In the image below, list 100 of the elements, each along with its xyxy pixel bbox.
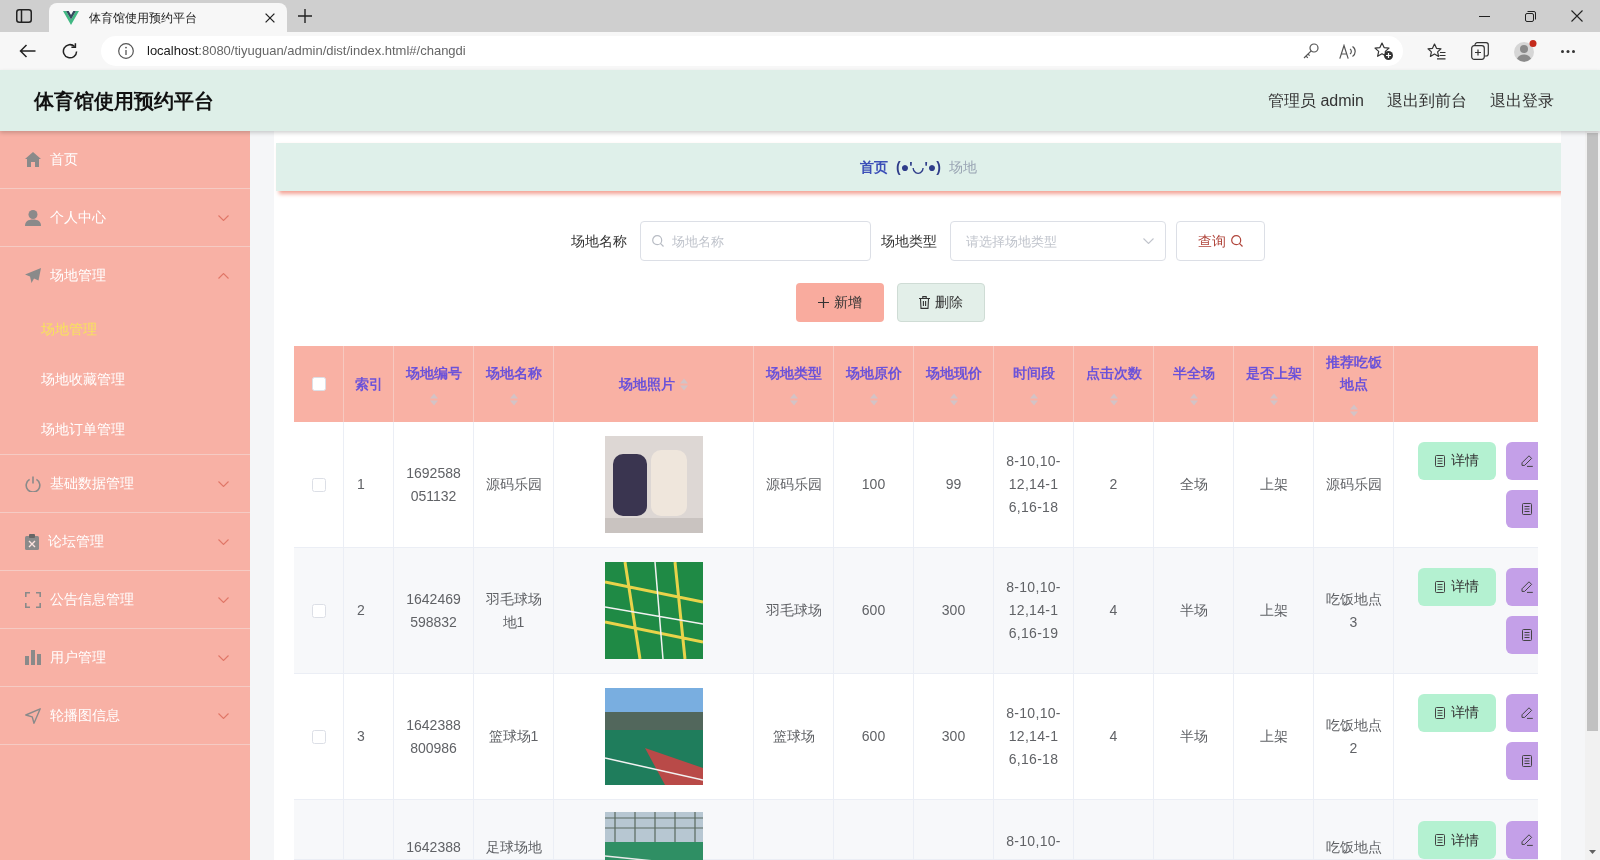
field-label: 场地类型	[880, 231, 937, 251]
header-link[interactable]: 管理员 admin	[1267, 88, 1364, 113]
avatar-icon[interactable]	[1513, 40, 1537, 62]
column-header: 场地编号	[405, 364, 462, 383]
column-header: 场地类型	[765, 364, 822, 383]
query-button[interactable]: 查询	[1175, 221, 1265, 261]
star-plus-icon[interactable]	[1374, 42, 1393, 60]
header-link[interactable]: 退出到前台	[1387, 88, 1467, 113]
address-field[interactable]: localhost:8080/tiyuguan/admin/dist/index.html#/changdi	[101, 36, 1403, 66]
column-header: 时间段	[1012, 364, 1055, 383]
checkbox[interactable]	[311, 603, 326, 618]
table-cell-text: 羽毛球场	[765, 601, 822, 620]
table-cell-text: 上架	[1258, 475, 1289, 494]
edit-button[interactable]	[1506, 441, 1538, 480]
document-icon	[1435, 834, 1445, 846]
table-cell-text: 8-10,10-12,14-16,16-19	[1005, 578, 1062, 643]
document-icon	[1522, 502, 1532, 515]
document-button[interactable]	[1506, 489, 1538, 528]
table-cell-text: 99	[944, 475, 963, 494]
document-icon	[1435, 706, 1445, 719]
table-cell-text: 源码乐园	[765, 475, 822, 494]
browser-tab[interactable]: 体育馆使用预约平台	[49, 3, 287, 32]
detail-button[interactable]: 详情	[1418, 693, 1496, 732]
checkbox[interactable]	[311, 377, 326, 391]
table-cell-text: 1	[357, 475, 365, 494]
app-title: 体育馆使用预约平台	[34, 88, 214, 114]
detail-button[interactable]: 详情	[1418, 567, 1496, 606]
table-cell-text: 篮球场1	[487, 727, 540, 746]
field-label: 场地名称	[570, 231, 627, 251]
scrollbar-thumb[interactable]	[1587, 133, 1598, 731]
table-cell-text: 2	[1108, 475, 1119, 494]
delete-button[interactable]: 删除	[897, 283, 985, 322]
table-cell-text: 半场	[1178, 601, 1209, 620]
checkbox[interactable]	[311, 729, 326, 744]
edit-button[interactable]	[1506, 693, 1538, 732]
refresh-icon[interactable]	[62, 43, 78, 59]
table-cell-text: 源码乐园	[1325, 475, 1382, 494]
breadcrumb-link[interactable]: 首页	[860, 156, 889, 178]
edit-button[interactable]	[1506, 821, 1538, 859]
sidebar-toggle-icon[interactable]	[16, 9, 32, 23]
table-cell-text: 4	[1108, 601, 1119, 620]
header-link[interactable]: 退出登录	[1490, 88, 1554, 113]
column-header: 场地名称	[485, 364, 542, 383]
table-cell-text: 1642388800986	[405, 715, 462, 758]
detail-button[interactable]: 详情	[1418, 821, 1496, 859]
column-header: 点击次数	[1085, 364, 1142, 383]
select-field[interactable]: 请选择场地类型	[949, 221, 1166, 261]
table-cell-text: 2	[357, 601, 365, 620]
table-cell-text: 半场	[1178, 727, 1209, 746]
table-cell-text: 600	[860, 601, 887, 620]
power-icon	[25, 475, 41, 492]
add-button[interactable]: 新增	[796, 283, 884, 322]
scroll-down-arrow-icon[interactable]	[1589, 850, 1596, 854]
search-icon	[1230, 235, 1243, 247]
column-header: 场地照片	[619, 375, 675, 394]
document-icon	[1522, 628, 1532, 641]
document-button[interactable]	[1506, 615, 1538, 654]
pencil-icon	[1521, 706, 1533, 719]
more-icon[interactable]	[1561, 49, 1575, 53]
checkbox[interactable]	[311, 477, 326, 492]
restore-icon[interactable]	[1525, 10, 1536, 22]
collections-icon[interactable]	[1471, 42, 1489, 60]
table-cell: 1642388	[405, 838, 462, 856]
close-icon[interactable]	[1571, 10, 1583, 22]
search-field[interactable]: 场地名称	[639, 221, 871, 261]
table-cell-text: 100	[860, 475, 887, 494]
close-icon[interactable]	[265, 12, 275, 23]
favorites-icon[interactable]	[1427, 42, 1446, 60]
table-cell-text: 1692588051132	[405, 463, 462, 506]
table-cell: 吃饭地点	[1325, 838, 1382, 856]
clipboard-icon	[25, 533, 39, 550]
table-cell-text: 300	[940, 601, 967, 620]
bar-chart-icon	[25, 650, 41, 665]
table-cell: 8-10,10-	[1005, 832, 1062, 850]
table-cell-text: 8-10,10-12,14-16,16-18	[1005, 452, 1062, 517]
navigation-arrow-icon	[25, 707, 41, 724]
breadcrumb-separator: (●'◡'●)	[896, 157, 941, 177]
document-button[interactable]	[1506, 741, 1538, 780]
read-aloud-icon[interactable]	[1339, 43, 1356, 59]
document-icon	[1522, 754, 1532, 767]
back-arrow-icon[interactable]	[19, 44, 36, 58]
trash-icon	[919, 296, 930, 309]
table-cell-text: 3	[357, 727, 365, 746]
table-cell-text: 300	[940, 727, 967, 746]
key-icon[interactable]	[1303, 43, 1319, 59]
search-icon	[651, 235, 664, 247]
column-header: 索引	[355, 375, 383, 394]
chevron-down-icon	[1142, 238, 1154, 244]
column-header: 半全场	[1172, 364, 1215, 383]
column-header: 场地现价	[925, 364, 982, 383]
detail-button[interactable]: 详情	[1418, 441, 1496, 480]
edit-button[interactable]	[1506, 567, 1538, 606]
table-cell-text: 羽毛球场地1	[485, 589, 542, 632]
table-cell-text: 1642469598832	[405, 589, 462, 632]
new-tab-plus-icon[interactable]	[298, 9, 312, 23]
minimize-icon[interactable]	[1479, 15, 1490, 17]
breadcrumb-current: 场地	[948, 157, 977, 177]
paper-plane-icon	[25, 268, 41, 283]
home-icon	[25, 152, 41, 167]
info-icon	[118, 43, 134, 59]
